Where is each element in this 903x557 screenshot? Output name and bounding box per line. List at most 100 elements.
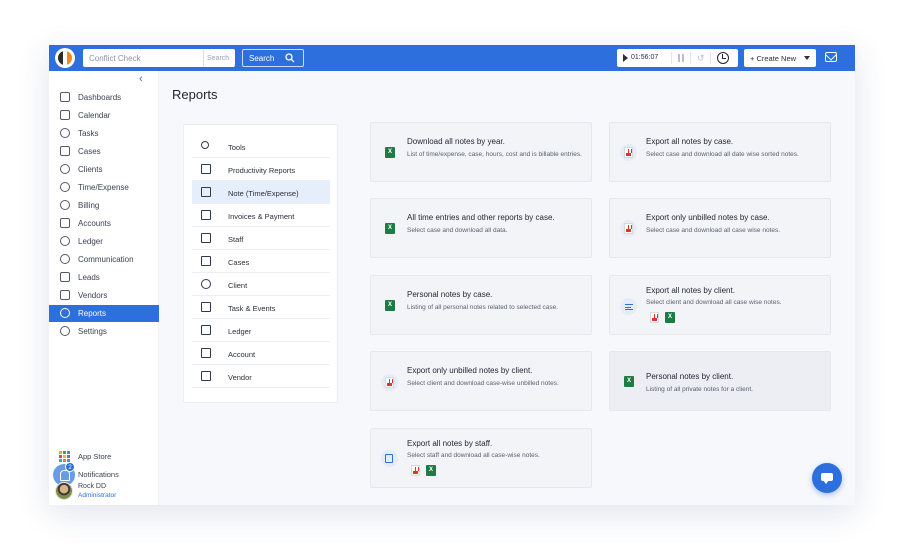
report-card-unbilled-by-client[interactable]: Export only unbilled notes by client. Se…: [370, 351, 592, 411]
report-card-notes-by-staff[interactable]: Export all notes by staff. Select staff …: [370, 428, 592, 488]
report-card-description: Select case and download all date wise s…: [646, 151, 799, 158]
search-button-label: Search: [249, 54, 275, 63]
report-card-title: Export all notes by staff.: [407, 439, 493, 448]
menu-item-ledger[interactable]: Ledger: [192, 319, 330, 342]
clock-icon[interactable]: [717, 52, 729, 64]
sidebar-item-communication[interactable]: Communication: [49, 251, 159, 268]
sidebar-item-reports[interactable]: Reports: [49, 305, 159, 322]
conflict-check-input[interactable]: Conflict Check: [83, 49, 203, 67]
invoice-icon: [201, 210, 211, 220]
report-card-description: List of time/expense, case, hours, cost …: [407, 151, 582, 158]
sidebar-item-label: Leads: [78, 273, 100, 282]
report-card-title: Export all notes by case.: [646, 137, 734, 146]
icon-circle: [620, 144, 637, 161]
icon-circle: [620, 298, 637, 315]
page-title: Reports: [172, 87, 218, 102]
bank-icon: [60, 218, 70, 228]
sidebar-item-time-expense[interactable]: Time/Expense: [49, 179, 159, 196]
notification-count-badge: 2: [65, 462, 75, 472]
sidebar-item-accounts[interactable]: Accounts: [49, 215, 159, 232]
excel-icon[interactable]: [665, 312, 675, 323]
mail-icon[interactable]: [825, 52, 837, 62]
sidebar-item-tasks[interactable]: Tasks: [49, 125, 159, 142]
menu-item-invoices-payment[interactable]: Invoices & Payment: [192, 204, 330, 227]
sidebar-item-cases[interactable]: Cases: [49, 143, 159, 160]
pdf-icon[interactable]: [411, 465, 420, 476]
report-card-title: Export all notes by client.: [646, 286, 735, 295]
report-card-notes-by-year[interactable]: Download all notes by year. List of time…: [370, 122, 592, 182]
menu-item-account[interactable]: Account: [192, 342, 330, 365]
pause-icon[interactable]: [678, 54, 684, 62]
report-card-description: Select case and download all data.: [407, 227, 508, 234]
collapse-sidebar-icon[interactable]: ‹: [139, 73, 143, 85]
sidebar-item-billing[interactable]: Billing: [49, 197, 159, 214]
menu-item-productivity-reports[interactable]: Productivity Reports: [192, 158, 330, 181]
app-grid-icon: [59, 451, 70, 462]
create-new-button[interactable]: + Create New: [744, 49, 816, 67]
excel-icon: [385, 223, 395, 234]
menu-item-label: Tools: [228, 143, 246, 152]
chat-button[interactable]: [812, 463, 842, 493]
report-card-unbilled-by-case[interactable]: Export only unbilled notes by case. Sele…: [609, 198, 831, 258]
sidebar-item-ledger[interactable]: Ledger: [49, 233, 159, 250]
report-card-description: Select client and download case-wise unb…: [407, 380, 559, 387]
report-card-notes-by-case[interactable]: Export all notes by case. Select case an…: [609, 122, 831, 182]
divider: [671, 52, 672, 64]
menu-item-label: Cases: [228, 258, 250, 267]
chevron-down-icon: [804, 56, 810, 60]
avatar: [55, 482, 73, 500]
conflict-search-button[interactable]: Search: [203, 49, 235, 67]
calendar-icon: [201, 302, 211, 312]
search-button[interactable]: Search: [242, 49, 304, 67]
menu-item-client[interactable]: Client: [192, 273, 330, 296]
divider: [690, 52, 691, 64]
menu-item-cases[interactable]: Cases: [192, 250, 330, 273]
sidebar-item-vendors[interactable]: Vendors: [49, 287, 159, 304]
pdf-icon[interactable]: [650, 312, 659, 323]
gear-icon: [60, 326, 70, 336]
sidebar-item-label: Reports: [78, 309, 107, 318]
menu-item-note-time-expense[interactable]: Note (Time/Expense): [192, 181, 330, 204]
report-card-personal-notes-by-client[interactable]: Personal notes by client. Listing of all…: [609, 351, 831, 411]
excel-icon: [624, 376, 634, 387]
report-card-description: Select case and download all case wise n…: [646, 227, 781, 234]
sidebar-item-calendar[interactable]: Calendar: [49, 107, 159, 124]
menu-item-staff[interactable]: Staff: [192, 227, 330, 250]
sidebar-item-leads[interactable]: Leads: [49, 269, 159, 286]
reset-icon[interactable]: ↺: [697, 53, 705, 64]
sidebar-item-label: Calendar: [78, 111, 111, 120]
report-card-description: Listing of all personal notes related to…: [407, 304, 559, 311]
sidebar-item-settings[interactable]: Settings: [49, 323, 159, 340]
ledger-icon: [201, 325, 211, 335]
report-card-personal-notes-by-case[interactable]: Personal notes by case. Listing of all p…: [370, 275, 592, 335]
menu-item-vendor[interactable]: Vendor: [192, 365, 330, 388]
menu-item-label: Vendor: [228, 373, 252, 382]
bank-icon: [201, 348, 211, 358]
home-icon: [60, 92, 70, 102]
report-card-time-entries-by-case[interactable]: All time entries and other reports by ca…: [370, 198, 592, 258]
pdf-icon: [624, 147, 633, 158]
report-card-description: Select client and download all case wise…: [646, 299, 782, 306]
report-card-title: Download all notes by year.: [407, 137, 505, 146]
menu-item-task-events[interactable]: Task & Events: [192, 296, 330, 319]
stopwatch-icon: [60, 182, 70, 192]
briefcase-icon: [201, 256, 211, 266]
excel-icon[interactable]: [426, 465, 436, 476]
sidebar-item-clients[interactable]: Clients: [49, 161, 159, 178]
report-card-description: Listing of all private notes for a clien…: [646, 386, 753, 393]
create-new-label: + Create New: [750, 54, 797, 63]
sidebar-item-label: Clients: [78, 165, 103, 174]
bar-chart-icon: [201, 164, 211, 174]
sidebar-item-label: Ledger: [78, 237, 103, 246]
menu-item-label: Productivity Reports: [228, 166, 296, 175]
sidebar-item-label: Settings: [78, 327, 107, 336]
sidebar-item-dashboards[interactable]: Dashboards: [49, 89, 159, 106]
document-icon: [385, 454, 393, 463]
menu-item-tools[interactable]: Tools: [192, 135, 330, 158]
notifications-link[interactable]: 2 Notifications: [49, 462, 159, 486]
vendor-icon: [201, 371, 211, 381]
play-icon[interactable]: [623, 54, 628, 62]
user-profile[interactable]: Rock DD Administrator: [49, 482, 159, 503]
app-logo[interactable]: [55, 48, 75, 68]
report-card-notes-by-client[interactable]: Export all notes by client. Select clien…: [609, 275, 831, 335]
